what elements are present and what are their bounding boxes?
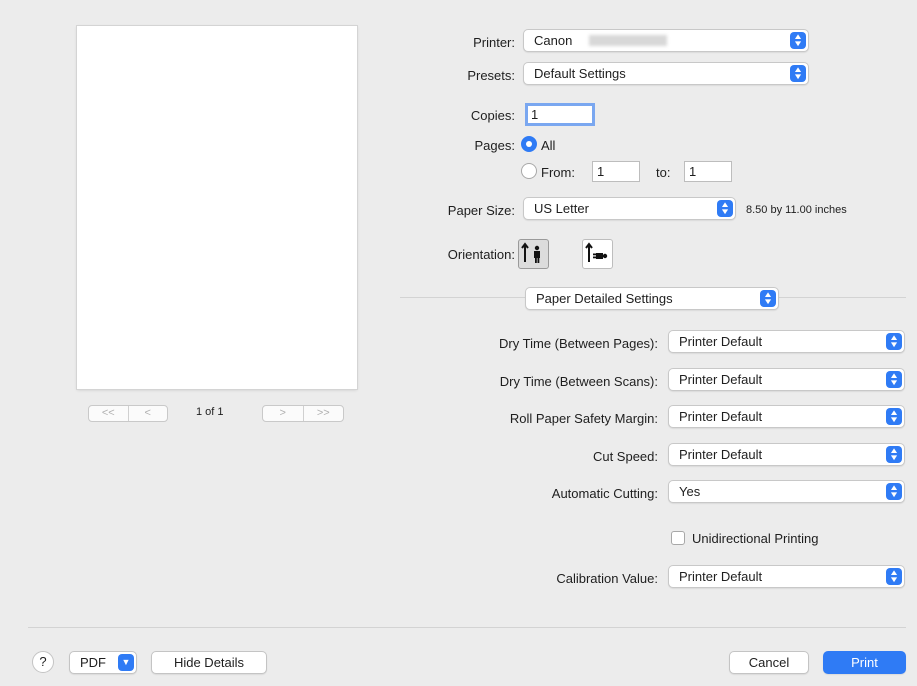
cancel-button[interactable]: Cancel (729, 651, 809, 674)
preview-nav-back: << < (88, 405, 168, 422)
pages-all-radio[interactable] (521, 136, 537, 152)
pages-all-label: All (541, 138, 556, 153)
setting-value: Printer Default (679, 409, 763, 424)
stepper-icon: ▲ ▼ (717, 200, 733, 217)
stepper-icon: ▲ ▼ (886, 408, 902, 425)
setting-label: Roll Paper Safety Margin: (509, 411, 658, 426)
calibration-value: Printer Default (679, 569, 763, 584)
stepper-icon: ▲ ▼ (886, 446, 902, 463)
cut-speed-select[interactable]: Printer Default ▲ ▼ (668, 443, 905, 466)
orientation-label: Orientation: (447, 247, 515, 262)
setting-value: Printer Default (679, 372, 763, 387)
setting-value: Printer Default (679, 447, 763, 462)
preview-nav-forward: > >> (262, 405, 344, 422)
presets-select[interactable]: Default Settings ▲ ▼ (523, 62, 809, 85)
section-value: Paper Detailed Settings (536, 291, 673, 306)
previous-page-button[interactable]: < (127, 406, 168, 421)
printer-value: Canon (534, 33, 573, 48)
redacted-model-name (589, 35, 667, 46)
stepper-icon: ▲ ▼ (886, 371, 902, 388)
dry-time-scans-select[interactable]: Printer Default ▲ ▼ (668, 368, 905, 391)
presets-value: Default Settings (534, 66, 626, 81)
help-button[interactable]: ? (32, 651, 54, 673)
setting-value: Yes (679, 484, 701, 499)
unidirectional-label: Unidirectional Printing (692, 531, 819, 546)
dry-time-pages-select[interactable]: Printer Default ▲ ▼ (668, 330, 905, 353)
paper-size-select[interactable]: US Letter ▲ ▼ (523, 197, 736, 220)
setting-label: Dry Time (Between Scans): (499, 374, 658, 389)
stepper-icon: ▲ ▼ (790, 32, 806, 49)
paper-dimensions: 8.50 by 11.00 inches (746, 204, 847, 216)
pages-to-field[interactable]: 1 (684, 161, 732, 182)
stepper-icon: ▲ ▼ (886, 568, 902, 585)
pdf-label: PDF (80, 655, 106, 670)
section-select[interactable]: Paper Detailed Settings ▲ ▼ (525, 287, 779, 310)
setting-value: Printer Default (679, 334, 763, 349)
safety-margin-select[interactable]: Printer Default ▲ ▼ (668, 405, 905, 428)
page-indicator: 1 of 1 (196, 406, 224, 418)
first-page-button[interactable]: << (89, 406, 128, 421)
pdf-menu-button[interactable]: PDF ▼ (69, 651, 137, 674)
landscape-button[interactable] (582, 239, 613, 269)
calibration-select[interactable]: Printer Default ▲ ▼ (668, 565, 905, 588)
setting-label: Cut Speed: (592, 449, 658, 464)
last-page-button[interactable]: >> (302, 406, 344, 421)
pages-from-field[interactable]: 1 (592, 161, 640, 182)
printer-label: Printer: (473, 35, 515, 50)
landscape-icon (585, 242, 608, 262)
copies-label: Copies: (470, 108, 515, 123)
pages-from-label: From: (541, 165, 575, 180)
calibration-label: Calibration Value: (556, 571, 658, 586)
chevron-down-icon: ▼ (118, 654, 134, 671)
footer-divider (28, 627, 906, 628)
stepper-icon: ▲ ▼ (886, 483, 902, 500)
stepper-icon: ▲ ▼ (886, 333, 902, 350)
automatic-cutting-select[interactable]: Yes ▲ ▼ (668, 480, 905, 503)
stepper-icon: ▲ ▼ (760, 290, 776, 307)
stepper-icon: ▲ ▼ (790, 65, 806, 82)
setting-label: Dry Time (Between Pages): (499, 336, 658, 351)
copies-field[interactable]: 1 (525, 103, 595, 126)
presets-label: Presets: (467, 68, 515, 83)
portrait-button[interactable] (518, 239, 549, 269)
pages-to-label: to: (656, 165, 671, 180)
setting-label: Automatic Cutting: (551, 486, 658, 501)
next-page-button[interactable]: > (263, 406, 303, 421)
pages-label: Pages: (474, 138, 515, 153)
unidirectional-checkbox[interactable] (671, 531, 685, 545)
paper-size-value: US Letter (534, 201, 589, 216)
pages-from-radio[interactable] (521, 163, 537, 179)
print-preview (77, 26, 357, 389)
paper-size-label: Paper Size: (447, 203, 515, 218)
hide-details-button[interactable]: Hide Details (151, 651, 267, 674)
portrait-icon (521, 242, 540, 263)
print-button[interactable]: Print (823, 651, 906, 674)
